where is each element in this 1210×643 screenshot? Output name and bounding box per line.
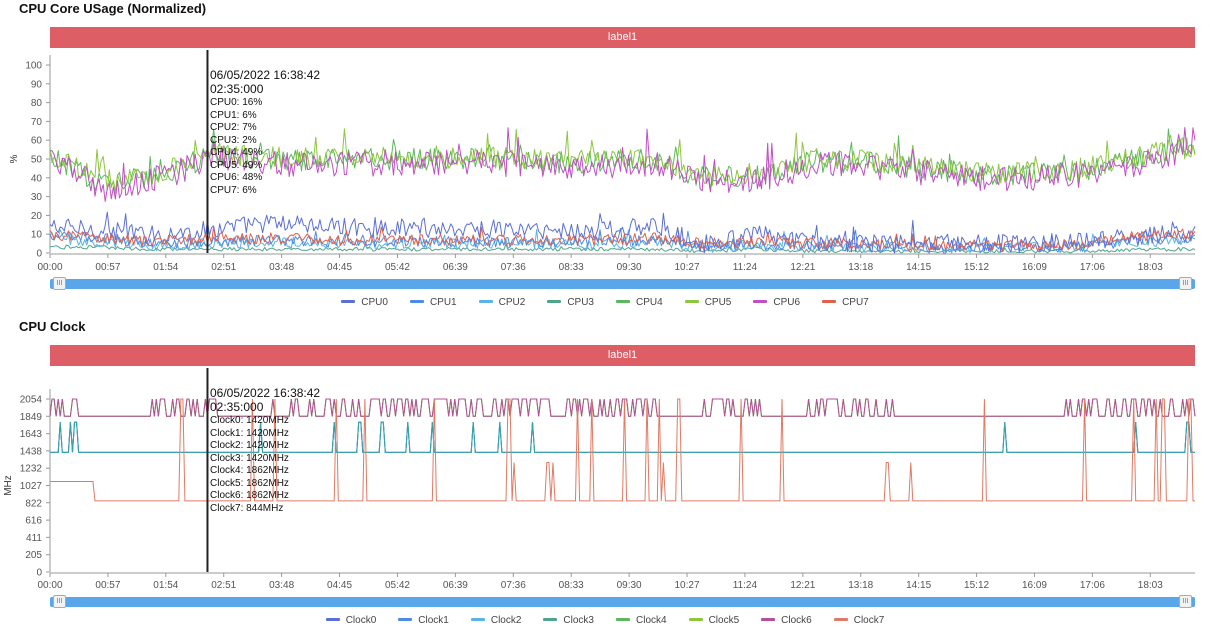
series-line-clock0	[50, 421, 1195, 453]
cpu-clock-zoom-slider[interactable]: III III	[50, 595, 1195, 609]
legend-label: Clock0	[345, 615, 377, 626]
legend-label: Clock4	[636, 615, 667, 626]
legend-swatch	[325, 617, 340, 621]
legend-swatch	[543, 617, 558, 621]
slider-right-handle[interactable]: III	[1179, 595, 1192, 608]
x-tick-label: 01:54	[153, 580, 178, 591]
legend-label: Clock5	[708, 615, 740, 626]
x-tick-label: 06:39	[443, 580, 468, 591]
x-tick-label: 16:09	[1022, 580, 1047, 591]
x-tick-label: 00:57	[95, 580, 120, 591]
x-tick-label: 07:36	[501, 580, 526, 591]
x-tick-label: 08:33	[559, 580, 584, 591]
y-tick-label: 1849	[20, 412, 43, 423]
y-tick-label: 0	[36, 568, 42, 579]
legend-swatch	[688, 617, 703, 621]
legend-swatch	[833, 617, 848, 621]
cpu-clock-chart[interactable]: 0 205 411 616 822 1027 1232 1438 1643 1849 2054 MHz…	[0, 0, 1210, 620]
y-tick-label: 205	[25, 550, 42, 561]
legend-label: Clock2	[490, 615, 522, 626]
x-tick-label: 05:42	[385, 580, 410, 591]
series-line-clock1	[50, 421, 1195, 453]
series-group	[49, 398, 1196, 502]
legend-item-clock2[interactable]: Clock2	[470, 615, 522, 626]
y-tick-label: 1643	[20, 429, 43, 440]
x-tick-label: 14:15	[906, 580, 931, 591]
legend-label: Clock1	[418, 615, 449, 626]
y-axis-label: MHz	[3, 475, 14, 496]
x-tick-label: 03:48	[269, 580, 294, 591]
legend-swatch	[398, 617, 413, 621]
legend-item-clock7[interactable]: Clock7	[833, 615, 885, 626]
legend-label: Clock3	[563, 615, 594, 626]
legend-label: Clock7	[853, 615, 885, 626]
cpu-clock-legend: Clock0 Clock1 Clock2 Clock3 Clock4 Clock5 Cloc…	[0, 615, 1210, 626]
legend-item-clock6[interactable]: Clock6	[761, 615, 812, 626]
legend-item-clock4[interactable]: Clock4	[616, 615, 667, 626]
y-tick-label: 1027	[20, 481, 43, 492]
legend-swatch	[470, 617, 485, 621]
series-line-clock6	[49, 398, 1196, 417]
slider-left-handle[interactable]: III	[53, 595, 66, 608]
x-tick-label: 13:18	[848, 580, 873, 591]
legend-item-clock1[interactable]: Clock1	[398, 615, 449, 626]
slider-track[interactable]	[50, 597, 1195, 607]
x-tick-label: 09:30	[617, 580, 642, 591]
legend-label: Clock6	[781, 615, 812, 626]
y-tick-label: 1232	[20, 464, 43, 475]
series-line-clock7	[50, 398, 1195, 502]
series-line-clock2	[50, 421, 1195, 453]
y-tick-label: 822	[25, 498, 42, 509]
legend-item-clock3[interactable]: Clock3	[543, 615, 594, 626]
legend-swatch	[616, 617, 630, 621]
x-tick-label: 12:21	[790, 580, 815, 591]
y-tick-label: 2054	[20, 395, 43, 406]
legend-item-clock5[interactable]: Clock5	[688, 615, 740, 626]
legend-swatch	[761, 617, 776, 621]
x-tick-label: 10:27	[674, 580, 699, 591]
legend-item-clock0[interactable]: Clock0	[325, 615, 377, 626]
x-tick-label: 18:03	[1138, 580, 1163, 591]
x-tick-label: 15:12	[964, 580, 989, 591]
series-line-clock3	[50, 421, 1195, 453]
x-tick-label: 17:06	[1080, 580, 1105, 591]
y-tick-label: 1438	[20, 446, 43, 457]
x-tick-label: 11:24	[733, 580, 758, 591]
y-tick-label: 616	[25, 516, 42, 527]
x-tick-label: 02:51	[211, 580, 236, 591]
x-tick-label: 00:00	[37, 580, 62, 591]
y-tick-label: 411	[26, 533, 42, 544]
x-tick-label: 04:45	[327, 580, 352, 591]
